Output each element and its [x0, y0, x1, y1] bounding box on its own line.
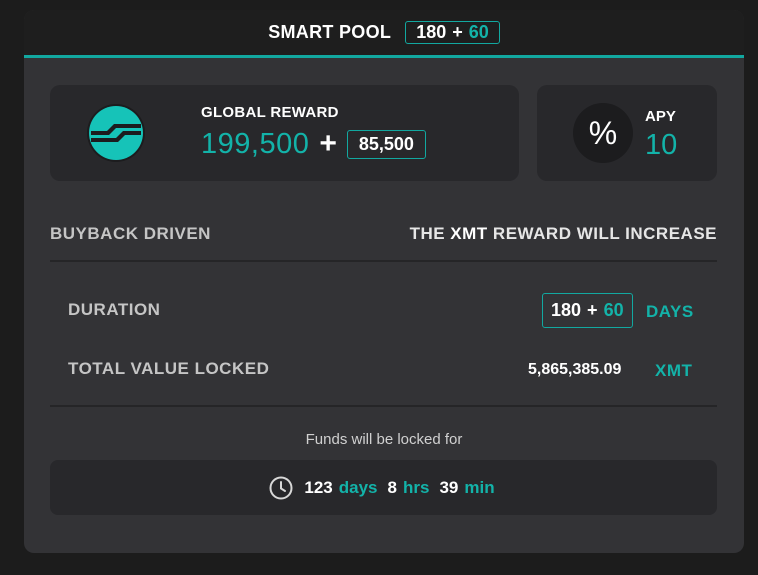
reward-increase-text: THE XMT REWARD WILL INCREASE: [410, 224, 717, 244]
duration-base: 180: [551, 300, 582, 320]
funds-locked-text: Funds will be locked for: [305, 431, 463, 448]
global-reward-label: GLOBAL REWARD: [201, 104, 339, 121]
countdown-hours-unit: hrs: [402, 477, 430, 497]
buyback-driven-label: BUYBACK DRIVEN: [50, 224, 211, 243]
card-header: SMART POOL 180 + 60: [24, 10, 744, 58]
global-reward-values: 199,500 + 85,500: [201, 127, 426, 161]
divider: [50, 405, 717, 407]
tvl-label: TOTAL VALUE LOCKED: [68, 359, 270, 378]
divider: [50, 260, 717, 262]
pool-duration-bonus: 60: [468, 22, 489, 42]
xmt-token-icon: [87, 104, 145, 162]
apy-value: 10: [645, 129, 678, 161]
duration-bonus: 60: [603, 300, 624, 320]
countdown-minutes: 39: [439, 477, 459, 497]
pool-duration-base: 180: [416, 22, 447, 42]
duration-unit: DAYS: [646, 302, 694, 321]
tvl-value: 5,865,385.09: [528, 361, 622, 378]
countdown-hours: 8: [387, 477, 397, 497]
pool-duration-badge: 180 + 60: [405, 21, 500, 44]
reward-increase-prefix: THE: [409, 224, 446, 243]
global-reward-bonus-value: 85,500: [346, 129, 426, 159]
clock-icon: [269, 476, 293, 499]
countdown-minutes-unit: min: [464, 477, 495, 497]
duration-plus: +: [587, 300, 598, 320]
tvl-unit: XMT: [655, 361, 693, 380]
global-reward-panel: GLOBAL REWARD 199,500 + 85,500: [50, 85, 519, 181]
countdown-days: 123: [304, 477, 333, 497]
apy-label: APY: [645, 108, 676, 125]
global-reward-plus: +: [319, 127, 337, 160]
global-reward-main-value: 199,500: [201, 127, 310, 160]
reward-increase-token: XMT: [450, 224, 488, 243]
duration-label: DURATION: [68, 300, 161, 319]
smart-pool-card: SMART POOL 180 + 60 GLOBAL REWARD 199,50…: [24, 10, 744, 553]
duration-badge: 180 + 60: [542, 293, 633, 328]
apy-panel: % APY 10: [537, 85, 717, 181]
countdown-days-unit: days: [338, 477, 378, 497]
lock-countdown-panel: 123 days 8 hrs 39 min: [50, 460, 717, 515]
pool-duration-plus: +: [452, 22, 463, 42]
pool-title: SMART POOL: [268, 22, 392, 42]
reward-increase-suffix: REWARD WILL INCREASE: [492, 224, 717, 243]
percent-icon: %: [573, 103, 633, 163]
